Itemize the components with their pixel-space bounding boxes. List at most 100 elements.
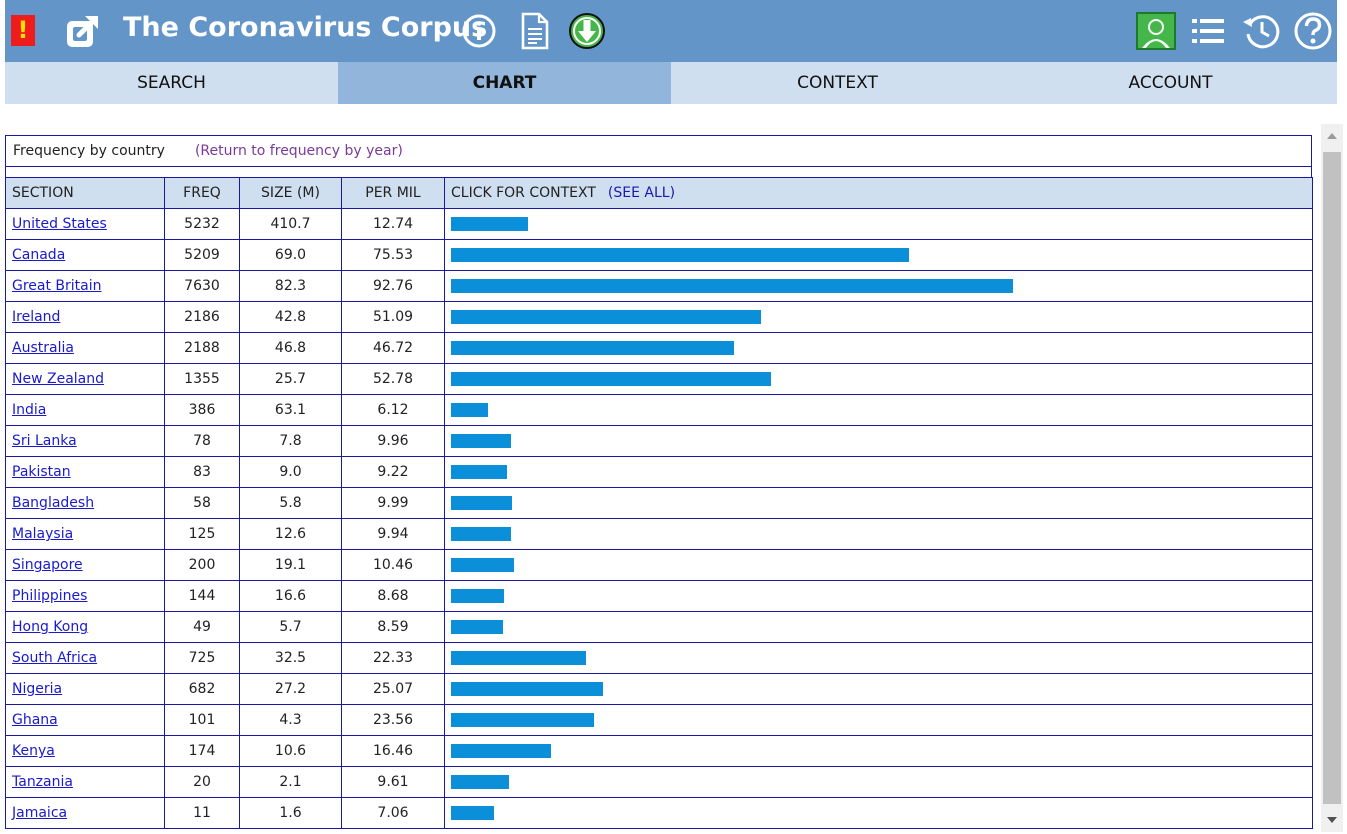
- freq-cell: 78: [164, 425, 240, 457]
- see-all-link[interactable]: (SEE ALL): [608, 185, 675, 201]
- size-cell: 69.0: [239, 239, 342, 271]
- freq-cell: 58: [164, 487, 240, 519]
- frequency-bar[interactable]: [451, 279, 1013, 293]
- per-mil-cell: 75.53: [341, 239, 445, 271]
- section-link[interactable]: Canada: [12, 247, 65, 263]
- size-cell: 42.8: [239, 301, 342, 333]
- section-link[interactable]: Kenya: [12, 743, 55, 759]
- frequency-bar[interactable]: [451, 806, 494, 820]
- per-mil-cell: 51.09: [341, 301, 445, 333]
- context-cell: [444, 456, 1313, 488]
- section-link[interactable]: United States: [12, 216, 107, 232]
- section-link[interactable]: Ireland: [12, 309, 60, 325]
- context-cell: [444, 363, 1313, 395]
- tab-search[interactable]: SEARCH: [5, 62, 338, 104]
- frequency-panel: Frequency by country (Return to frequenc…: [5, 135, 1313, 829]
- scrollbar-thumb[interactable]: [1323, 152, 1341, 804]
- alert-badge[interactable]: !: [11, 15, 35, 46]
- col-header-size: SIZE (M): [239, 177, 342, 209]
- freq-cell: 386: [164, 394, 240, 426]
- frequency-bar[interactable]: [451, 341, 734, 355]
- section-link[interactable]: Philippines: [12, 588, 87, 604]
- document-icon[interactable]: [519, 12, 551, 50]
- download-icon[interactable]: [568, 12, 606, 50]
- section-link[interactable]: Australia: [12, 340, 74, 356]
- frequency-bar[interactable]: [451, 372, 771, 386]
- tab-chart[interactable]: CHART: [338, 62, 671, 104]
- per-mil-cell: 8.59: [341, 611, 445, 643]
- section-link[interactable]: Ghana: [12, 712, 58, 728]
- frequency-bar[interactable]: [451, 465, 507, 479]
- frequency-bar[interactable]: [451, 651, 586, 665]
- frequency-bar[interactable]: [451, 682, 603, 696]
- tab-context[interactable]: CONTEXT: [671, 62, 1004, 104]
- frequency-bar[interactable]: [451, 744, 551, 758]
- user-icon[interactable]: [1136, 12, 1176, 50]
- context-cell: [444, 642, 1313, 674]
- table-row: India 386 63.1 6.12: [5, 394, 1313, 426]
- section-link[interactable]: Sri Lanka: [12, 433, 77, 449]
- section-link[interactable]: Hong Kong: [12, 619, 88, 635]
- frequency-bar[interactable]: [451, 527, 511, 541]
- section-link[interactable]: Pakistan: [12, 464, 71, 480]
- section-link[interactable]: Great Britain: [12, 278, 102, 294]
- size-cell: 1.6: [239, 797, 342, 829]
- section-link[interactable]: New Zealand: [12, 371, 104, 387]
- section-link[interactable]: Jamaica: [12, 805, 67, 821]
- context-cell: [444, 301, 1313, 333]
- per-mil-cell: 9.99: [341, 487, 445, 519]
- table-row: Hong Kong 49 5.7 8.59: [5, 611, 1313, 643]
- help-icon[interactable]: [1293, 11, 1333, 51]
- external-link-icon[interactable]: [65, 13, 101, 49]
- section-link[interactable]: South Africa: [12, 650, 97, 666]
- context-cell: [444, 239, 1313, 271]
- per-mil-cell: 23.56: [341, 704, 445, 736]
- list-icon[interactable]: [1191, 16, 1225, 46]
- section-link[interactable]: Singapore: [12, 557, 83, 573]
- freq-cell: 200: [164, 549, 240, 581]
- frequency-bar[interactable]: [451, 434, 511, 448]
- section-cell: Singapore: [5, 549, 165, 581]
- table-row: Pakistan 83 9.0 9.22: [5, 456, 1313, 488]
- main-tabs: SEARCH CHART CONTEXT ACCOUNT: [5, 62, 1337, 104]
- table-row: Canada 5209 69.0 75.53: [5, 239, 1313, 271]
- frequency-bar[interactable]: [451, 558, 514, 572]
- tab-account[interactable]: ACCOUNT: [1004, 62, 1337, 104]
- section-link[interactable]: Bangladesh: [12, 495, 94, 511]
- scroll-down-icon[interactable]: [1327, 817, 1337, 823]
- frequency-bar[interactable]: [451, 403, 488, 417]
- context-cell: [444, 580, 1313, 612]
- frequency-bar[interactable]: [451, 496, 512, 510]
- context-cell: [444, 518, 1313, 550]
- per-mil-cell: 25.07: [341, 673, 445, 705]
- size-cell: 82.3: [239, 270, 342, 302]
- info-icon[interactable]: [461, 13, 497, 49]
- section-cell: Bangladesh: [5, 487, 165, 519]
- section-link[interactable]: Malaysia: [12, 526, 73, 542]
- size-cell: 7.8: [239, 425, 342, 457]
- context-cell: [444, 611, 1313, 643]
- frequency-bar[interactable]: [451, 713, 594, 727]
- section-link[interactable]: India: [12, 402, 46, 418]
- section-cell: Pakistan: [5, 456, 165, 488]
- vertical-scrollbar[interactable]: [1321, 124, 1343, 832]
- history-icon[interactable]: [1241, 12, 1281, 50]
- frequency-bar[interactable]: [451, 620, 503, 634]
- context-cell: [444, 797, 1313, 829]
- size-cell: 19.1: [239, 549, 342, 581]
- frequency-bar[interactable]: [451, 310, 761, 324]
- section-link[interactable]: Nigeria: [12, 681, 62, 697]
- frequency-bar[interactable]: [451, 775, 509, 789]
- return-link[interactable]: (Return to frequency by year): [195, 143, 403, 159]
- section-cell: Tanzania: [5, 766, 165, 798]
- size-cell: 12.6: [239, 518, 342, 550]
- per-mil-cell: 16.46: [341, 735, 445, 767]
- per-mil-cell: 22.33: [341, 642, 445, 674]
- table-row: South Africa 725 32.5 22.33: [5, 642, 1313, 674]
- frequency-bar[interactable]: [451, 589, 504, 603]
- scroll-up-icon[interactable]: [1327, 133, 1337, 139]
- context-cell: [444, 673, 1313, 705]
- frequency-bar[interactable]: [451, 248, 909, 262]
- frequency-bar[interactable]: [451, 217, 528, 231]
- section-link[interactable]: Tanzania: [12, 774, 73, 790]
